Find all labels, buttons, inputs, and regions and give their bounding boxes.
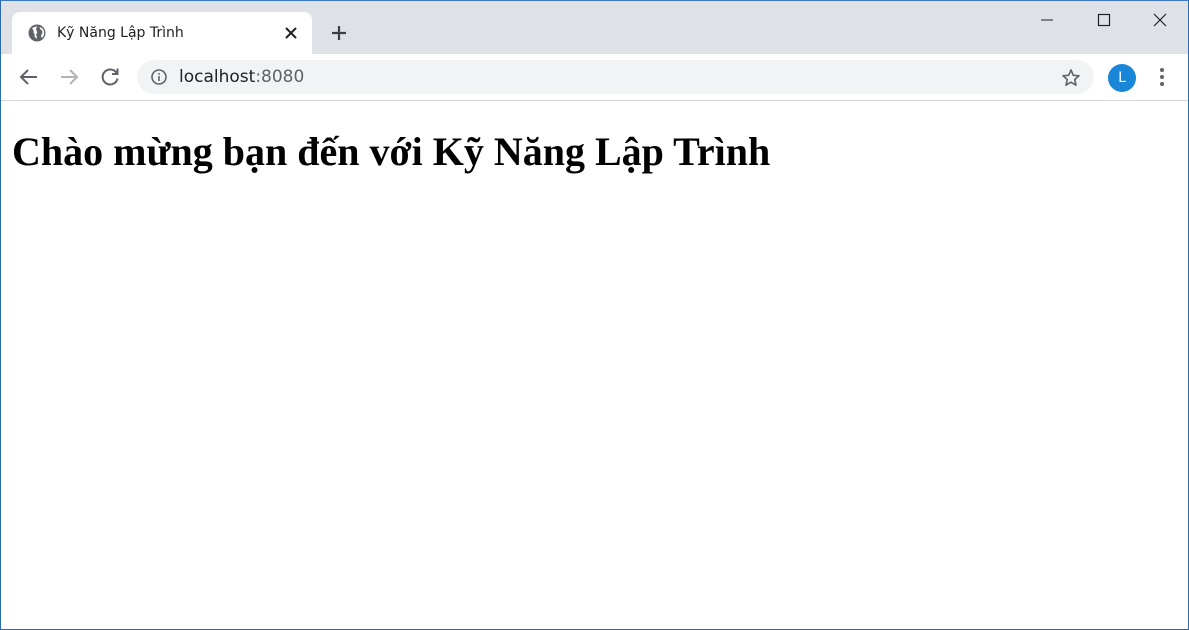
url-host: localhost: [179, 67, 256, 87]
kebab-menu-icon[interactable]: [1153, 66, 1171, 88]
close-icon[interactable]: [283, 25, 299, 41]
minimize-button[interactable]: [1019, 1, 1075, 39]
url-text[interactable]: localhost:8080: [179, 68, 304, 86]
new-tab-icon[interactable]: [328, 22, 350, 44]
profile-avatar[interactable]: L: [1108, 64, 1136, 92]
window-close-icon: [1153, 13, 1167, 27]
maximize-button[interactable]: [1076, 1, 1132, 39]
forward-arrow-icon[interactable]: [57, 65, 81, 89]
globe-icon: [28, 24, 46, 42]
minimize-icon: [1041, 19, 1053, 21]
url-port: :8080: [255, 67, 305, 87]
reload-icon[interactable]: [98, 65, 122, 89]
maximize-icon: [1097, 13, 1111, 27]
page-viewport: Chào mừng bạn đến với Kỹ Năng Lập Trình: [1, 101, 1188, 629]
address-bar[interactable]: localhost:8080: [137, 60, 1094, 94]
browser-toolbar: localhost:8080 L: [1, 54, 1188, 101]
browser-tab[interactable]: Kỹ Năng Lập Trình: [12, 12, 312, 54]
tab-title: Kỹ Năng Lập Trình: [57, 25, 184, 41]
window-close-button[interactable]: [1132, 1, 1188, 39]
page-heading: Chào mừng bạn đến với Kỹ Năng Lập Trình: [12, 129, 771, 174]
info-icon[interactable]: [151, 69, 167, 85]
tab-strip: Kỹ Năng Lập Trình: [1, 1, 1188, 54]
bookmark-star-icon[interactable]: [1061, 68, 1081, 88]
browser-window: Kỹ Năng Lập Trình localhost:8080 L Chào …: [0, 0, 1189, 630]
back-arrow-icon[interactable]: [17, 65, 41, 89]
